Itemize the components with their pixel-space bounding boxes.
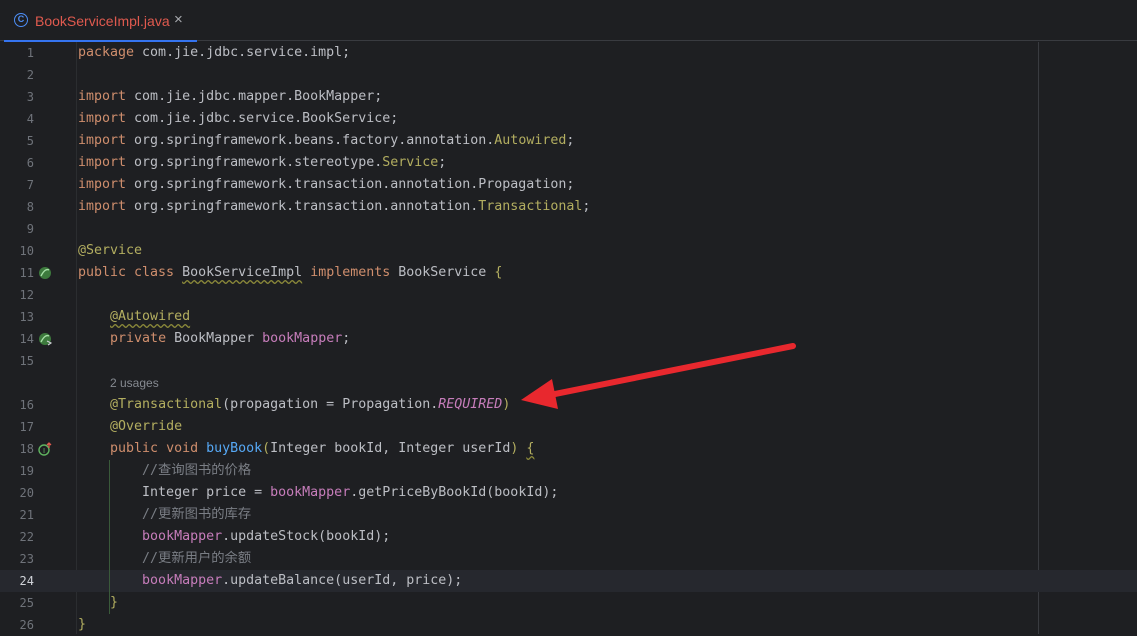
red-arrow-annotation bbox=[521, 343, 796, 409]
